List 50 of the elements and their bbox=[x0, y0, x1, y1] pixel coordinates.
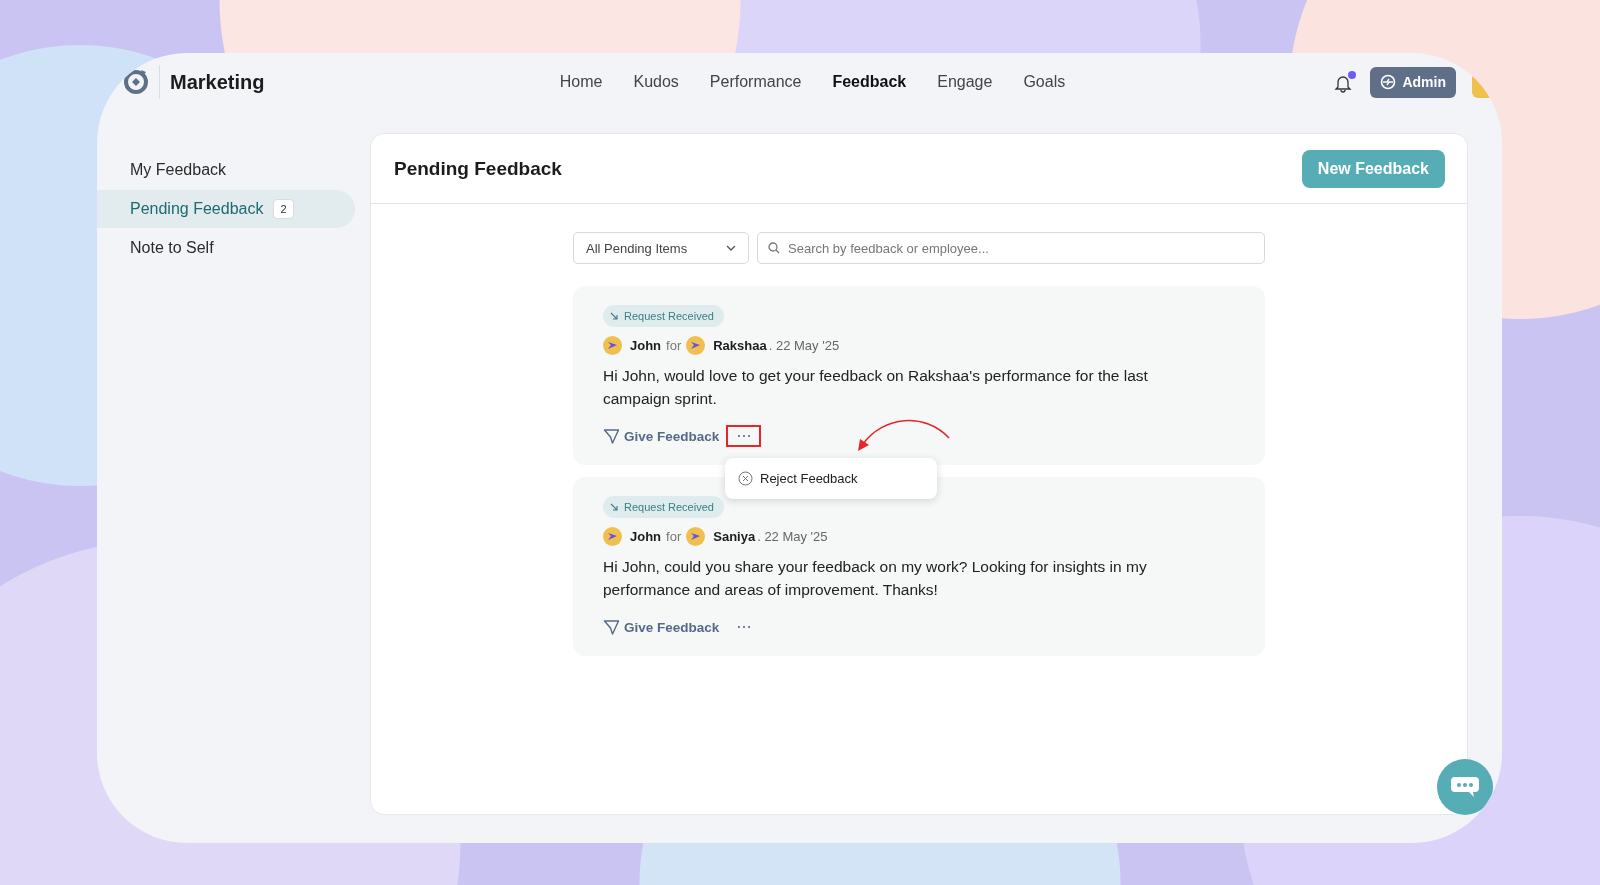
nav-link[interactable]: Engage bbox=[937, 73, 993, 91]
give-feedback-button[interactable]: Give Feedback bbox=[603, 427, 720, 445]
recipient-name: Rakshaa bbox=[713, 338, 767, 353]
sender-name: John bbox=[630, 338, 662, 353]
tag-label: Request Received bbox=[624, 501, 714, 513]
filter-value: All Pending Items bbox=[586, 240, 688, 256]
give-feedback-button[interactable]: Give Feedback bbox=[603, 618, 720, 636]
nav-link[interactable]: Feedback bbox=[832, 73, 907, 91]
chat-button[interactable] bbox=[1437, 759, 1493, 815]
sidebar-item[interactable]: Pending Feedback 2 bbox=[97, 190, 355, 228]
bell-icon[interactable] bbox=[1334, 73, 1353, 93]
nav-link[interactable]: Home bbox=[559, 73, 603, 91]
nav-link[interactable]: Kudos bbox=[633, 73, 679, 91]
globe-icon bbox=[1380, 74, 1397, 90]
sender-name: John bbox=[630, 529, 662, 544]
avatar-icon bbox=[686, 527, 706, 546]
tag-label: Request Received bbox=[624, 310, 714, 322]
sidebar-label: Pending Feedback bbox=[130, 200, 264, 218]
avatar-icon bbox=[686, 336, 706, 355]
avatar-icon bbox=[603, 336, 622, 355]
count-badge: 2 bbox=[273, 199, 294, 219]
chevron-down-icon bbox=[726, 245, 736, 251]
menu-item[interactable]: Reject Feedback bbox=[725, 464, 937, 493]
feedback-message: Hi John, could you share your feedback on my work? Looking for insights in my performance and areas of improvement. Thanks! bbox=[603, 557, 1148, 600]
sidebar-label: My Feedback bbox=[130, 161, 227, 179]
nav-link[interactable]: Goals bbox=[1023, 73, 1066, 91]
avatar-icon bbox=[603, 527, 622, 546]
more-icon bbox=[736, 434, 751, 438]
nav-link[interactable]: Performance bbox=[709, 73, 802, 91]
admin-button[interactable]: Admin bbox=[1370, 66, 1456, 98]
filter-dropdown[interactable]: All Pending Items bbox=[573, 232, 749, 264]
more-icon bbox=[736, 625, 751, 629]
sidebar-label: Note to Self bbox=[130, 239, 214, 257]
date-label: . 22 May '25 bbox=[768, 338, 840, 353]
date-label: . 22 May '25 bbox=[757, 529, 828, 544]
brand-name: Marketing bbox=[170, 70, 265, 94]
search-field[interactable]: Search by feedback or employee... bbox=[757, 232, 1265, 264]
more-button[interactable] bbox=[726, 425, 762, 447]
for-label: for bbox=[666, 529, 682, 544]
arrow-down-right-icon bbox=[610, 312, 618, 320]
search-icon bbox=[768, 242, 780, 254]
page-title: Pending Feedback bbox=[394, 157, 562, 180]
recipient-name: Saniya bbox=[713, 529, 756, 544]
arrow-down-right-icon bbox=[610, 503, 618, 511]
logo-icon bbox=[123, 68, 149, 96]
sidebar-item[interactable]: My Feedback bbox=[97, 151, 355, 189]
feedback-message: Hi John, would love to get your feedback on Rakshaa's performance for the last campaign sprint. bbox=[603, 366, 1149, 409]
close-circle-icon bbox=[738, 471, 753, 486]
for-label: for bbox=[666, 338, 682, 353]
sidebar-item[interactable]: Note to Self bbox=[97, 229, 355, 267]
